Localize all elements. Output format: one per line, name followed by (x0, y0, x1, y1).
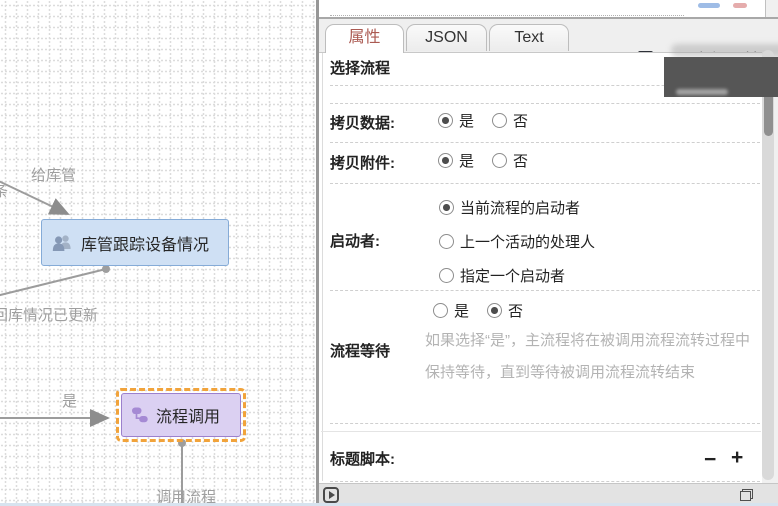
radio-initiator-current-label[interactable]: 当前流程的启动者 (460, 197, 580, 218)
radio-copy-data-no-label[interactable]: 否 (513, 110, 528, 131)
node-track-device[interactable]: 库管跟踪设备情况 (41, 219, 229, 266)
select-flow-label: 选择流程 (330, 60, 391, 77)
initiator-option-1: 当前流程的启动者 (439, 197, 580, 218)
radio-initiator-previous[interactable] (439, 234, 454, 249)
tab-properties[interactable]: 属性 (325, 24, 404, 53)
cutoff-panel-border (765, 0, 766, 17)
edge-return-updated (0, 268, 107, 297)
app-window: 条 给库管 回库情况已更新 是 调用流程 库管跟踪设备情况 流程调用 属性 JS… (0, 0, 778, 506)
copy-attachment-label: 拷贝附件: (330, 155, 395, 172)
copy-attachment-options: 是 否 (438, 150, 528, 171)
row-divider (330, 142, 760, 143)
selected-flow-value-redacted[interactable] (664, 57, 778, 97)
run-script-icon[interactable] (323, 487, 339, 503)
edge-connection-dot (102, 265, 110, 273)
initiator-label: 启动者: (330, 233, 380, 250)
row-divider (330, 183, 760, 184)
radio-copy-attachment-no-label[interactable]: 否 (513, 150, 528, 171)
title-script-label: 标题脚本: (330, 451, 395, 468)
radio-process-wait-no-label[interactable]: 否 (508, 300, 523, 321)
copy-data-label: 拷贝数据: (330, 115, 395, 132)
radio-initiator-previous-label[interactable]: 上一个活动的处理人 (460, 231, 595, 252)
edge-label-yes: 是 (62, 393, 78, 410)
panel-scrollbar[interactable] (762, 50, 774, 480)
initiator-option-3: 指定一个启动者 (439, 265, 565, 286)
row-divider (330, 103, 760, 104)
radio-copy-attachment-no[interactable] (492, 153, 508, 168)
radio-copy-attachment-yes[interactable] (438, 153, 453, 168)
radio-initiator-specified-label[interactable]: 指定一个启动者 (460, 265, 565, 286)
radio-process-wait-yes[interactable] (433, 303, 448, 318)
node-process-call-selection[interactable]: 流程调用 (116, 388, 246, 442)
content-left-border (322, 53, 323, 481)
radio-initiator-current[interactable] (439, 200, 454, 215)
radio-copy-data-yes[interactable] (438, 113, 453, 128)
cutoff-field-edge (330, 0, 684, 16)
node-process-call[interactable]: 流程调用 (121, 393, 241, 437)
radio-copy-attachment-yes-label[interactable]: 是 (459, 150, 474, 171)
radio-copy-data-no[interactable] (492, 113, 508, 128)
row-divider (330, 481, 760, 482)
cutoff-red-button (733, 3, 747, 8)
tab-json[interactable]: JSON (406, 24, 487, 51)
cutoff-blue-button (698, 3, 720, 8)
redacted-text-remnant (676, 89, 728, 95)
process-wait-label: 流程等待 (330, 343, 391, 360)
row-divider (330, 290, 760, 291)
edge-label-give-keeper: 给库管 (31, 167, 77, 184)
initiator-option-2: 上一个活动的处理人 (439, 231, 595, 252)
subprocess-icon (132, 407, 148, 423)
flow-canvas[interactable]: 条 给库管 回库情况已更新 是 调用流程 库管跟踪设备情况 流程调用 (0, 0, 316, 506)
radio-copy-data-yes-label[interactable]: 是 (459, 110, 474, 131)
tab-text[interactable]: Text (489, 24, 569, 51)
row-divider (330, 423, 760, 424)
font-increase-button[interactable]: + (731, 447, 743, 468)
panel-top-strip (319, 0, 766, 17)
users-icon (52, 234, 71, 251)
restore-window-icon[interactable] (740, 489, 753, 501)
node-track-device-label: 库管跟踪设备情况 (81, 236, 210, 254)
radio-process-wait-no[interactable] (487, 303, 503, 318)
node-process-call-label: 流程调用 (156, 409, 221, 426)
scroll-area-bottom-edge (321, 431, 761, 432)
radio-initiator-specified[interactable] (439, 268, 454, 283)
properties-panel: 属性 JSON Text 显示高级属性 选择流程 选择流程 拷贝数据: 是 否 (319, 0, 778, 506)
font-decrease-button[interactable]: − (704, 449, 716, 470)
process-wait-options: 是 否 (433, 300, 523, 321)
edge-label-return-updated: 回库情况已更新 (0, 307, 99, 324)
process-wait-hint: 如果选择“是”，主流程将在被调用流程流转过程中保持等待，直到等待被调用流程流转结… (425, 332, 750, 381)
radio-process-wait-yes-label[interactable]: 是 (454, 300, 469, 321)
edge-label-partial: 条 (0, 183, 9, 200)
copy-data-options: 是 否 (438, 110, 528, 131)
